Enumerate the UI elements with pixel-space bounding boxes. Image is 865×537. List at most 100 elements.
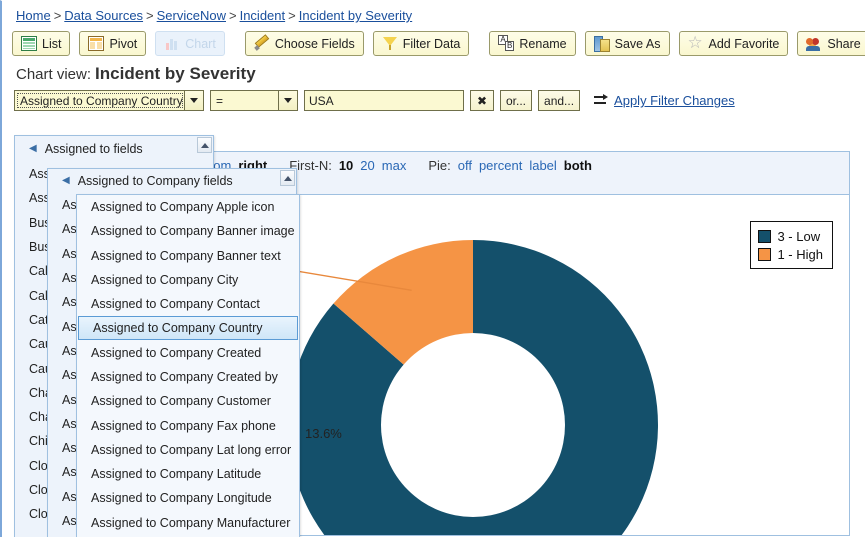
menu-item-company-field-8[interactable]: Assigned to Company Customer: [77, 389, 299, 413]
pie-label-group-label: Pie:: [428, 158, 451, 173]
menu-item-company-field-label: Assigned to Company Contact: [91, 297, 260, 312]
pie-label-group: Pie: off percent label both: [428, 158, 592, 173]
menu-item-company-field-11[interactable]: Assigned to Company Latitude: [77, 462, 299, 486]
funnel-icon: [382, 36, 398, 51]
legend-item-1-high[interactable]: 1 - High: [758, 245, 823, 263]
chart-button-label: Chart: [185, 36, 216, 51]
pie-label[interactable]: label: [529, 158, 556, 173]
pivot-button[interactable]: Pivot: [79, 31, 147, 56]
menu-item-company-field-12[interactable]: Assigned to Company Longitude: [77, 486, 299, 510]
share-label: Share: [827, 36, 861, 51]
pivot-button-label: Pivot: [109, 36, 138, 51]
menu-item-company-field-13[interactable]: Assigned to Company Manufacturer: [77, 511, 299, 535]
back-arrow-icon: ◀: [29, 143, 37, 154]
chart-button: Chart: [155, 31, 225, 56]
share-button[interactable]: Share: [797, 31, 865, 56]
star-icon: [688, 33, 704, 53]
filter-data-label: Filter Data: [402, 36, 461, 51]
share-people-icon: [806, 36, 822, 51]
menu-item-company-field-3[interactable]: Assigned to Company City: [77, 268, 299, 292]
legend-label-1-high: 1 - High: [777, 246, 823, 262]
company-field-list-items: Assigned to Company Apple icon Assigned t…: [77, 195, 299, 535]
assigned-to-company-fields-header-label: Assigned to Company fields: [77, 173, 233, 188]
list-button[interactable]: List: [12, 31, 71, 56]
back-arrow-icon: ◀: [62, 175, 70, 186]
menu-item-company-field-label: Assigned to Company Latitude: [91, 467, 262, 482]
menu-item-company-field-2[interactable]: Assigned to Company Banner text: [77, 244, 299, 268]
menu-item-company-field-label: Assigned to Company Customer: [91, 394, 271, 409]
assigned-to-company-fields-menu-header[interactable]: ◀ Assigned to Company fields: [48, 169, 296, 193]
menu-item-company-field-label: Assigned to Company City: [91, 273, 239, 288]
menu-item-company-field-1[interactable]: Assigned to Company Banner image: [77, 219, 299, 243]
filter-bar: Assigned to Company Country = ✖ or... an…: [2, 90, 865, 116]
menu-item-company-field-6[interactable]: Assigned to Company Created: [77, 340, 299, 364]
breadcrumb: Home > Data Sources > ServiceNow > Incident > In…: [2, 1, 865, 29]
breadcrumb-separator: >: [288, 8, 296, 23]
add-favorite-label: Add Favorite: [708, 36, 780, 51]
filter-and-button[interactable]: and...: [538, 90, 581, 111]
legend-swatch-3-low: [758, 229, 772, 243]
choose-fields-button[interactable]: Choose Fields: [244, 31, 364, 56]
chart-icon: [164, 36, 180, 51]
list-icon: [21, 36, 37, 51]
chart-view-window: Home > Data Sources > ServiceNow > Incident > In…: [0, 0, 865, 537]
chevron-down-icon[interactable]: [279, 91, 297, 110]
save-as-button[interactable]: Save As: [584, 31, 670, 56]
pencil-icon: [254, 36, 270, 51]
pie-both[interactable]: both: [564, 158, 592, 173]
legend-swatch-1-high: [758, 247, 772, 261]
menu-item-company-field-label: Assigned to Company Manufacturer: [91, 515, 291, 530]
assigned-to-fields-header-label: Assigned to fields: [44, 141, 143, 156]
breadcrumb-item-home[interactable]: Home: [16, 8, 51, 23]
filter-operator-value: =: [211, 91, 279, 110]
menu-scroll-up-button[interactable]: [197, 137, 212, 153]
filter-value-input[interactable]: [304, 90, 464, 111]
save-as-label: Save As: [614, 36, 661, 51]
apply-filter-changes[interactable]: Apply Filter Changes: [594, 93, 735, 108]
filter-data-button[interactable]: Filter Data: [372, 31, 470, 56]
menu-item-company-field-label: Assigned to Company Lat long error: [91, 442, 292, 457]
rename-button[interactable]: Rename: [489, 31, 576, 56]
chevron-down-icon[interactable]: [185, 91, 203, 110]
menu-item-company-field-label: Assigned to Company Created by: [91, 369, 278, 384]
legend-label-3-low: 3 - Low: [777, 228, 821, 244]
menu-item-company-field-5[interactable]: Assigned to Company Country: [78, 316, 298, 341]
menu-item-company-field-9[interactable]: Assigned to Company Fax phone: [77, 413, 299, 437]
page-title: Chart view: Incident by Severity: [2, 60, 865, 90]
menu-item-company-field-label: Assigned to Company Fax phone: [91, 418, 276, 433]
menu-item-company-field-label: Assigned to Company Created: [91, 345, 262, 360]
page-title-label: Chart view:: [16, 66, 92, 83]
breadcrumb-item-servicenow[interactable]: ServiceNow: [157, 8, 226, 23]
donut-hole: [381, 333, 565, 517]
menu-item-company-field-4[interactable]: Assigned to Company Contact: [77, 292, 299, 316]
breadcrumb-separator: >: [229, 8, 237, 23]
first-n-max[interactable]: max: [382, 158, 407, 173]
apply-filter-changes-label[interactable]: Apply Filter Changes: [614, 93, 735, 108]
menu-item-company-field-label: Assigned to Company Apple icon: [91, 200, 275, 215]
assigned-to-fields-menu-header[interactable]: ◀ Assigned to fields: [15, 136, 213, 162]
rename-icon: [498, 35, 515, 51]
pivot-icon: [88, 36, 105, 51]
menu-item-company-field-label: Assigned to Company Banner text: [91, 248, 281, 263]
breadcrumb-item-incident[interactable]: Incident: [240, 8, 286, 23]
pie-off[interactable]: off: [458, 158, 472, 173]
filter-clear-button[interactable]: ✖: [470, 90, 494, 111]
chart-legend: 3 - Low 1 - High: [750, 221, 833, 269]
legend-item-3-low[interactable]: 3 - Low: [758, 227, 823, 245]
menu-scroll-up-button[interactable]: [280, 170, 295, 186]
first-n-20[interactable]: 20: [360, 158, 374, 173]
first-n-10[interactable]: 10: [339, 158, 353, 173]
add-favorite-button[interactable]: Add Favorite: [678, 31, 789, 56]
breadcrumb-item-data-sources[interactable]: Data Sources: [64, 8, 143, 23]
filter-operator-select[interactable]: =: [210, 90, 298, 111]
save-as-icon: [593, 36, 610, 52]
menu-item-company-field-0[interactable]: Assigned to Company Apple icon: [77, 195, 299, 219]
menu-item-company-field-7[interactable]: Assigned to Company Created by: [77, 365, 299, 389]
filter-or-button[interactable]: or...: [500, 90, 533, 111]
pie-percent[interactable]: percent: [479, 158, 522, 173]
breadcrumb-item-incident-by-severity[interactable]: Incident by Severity: [299, 8, 412, 23]
filter-field-select[interactable]: Assigned to Company Country: [14, 90, 204, 111]
toolbar: List Pivot Chart Choose Fields Filter Da…: [2, 29, 865, 60]
company-field-list-menu[interactable]: Assigned to Company Apple icon Assigned t…: [76, 194, 300, 537]
menu-item-company-field-10[interactable]: Assigned to Company Lat long error: [77, 438, 299, 462]
